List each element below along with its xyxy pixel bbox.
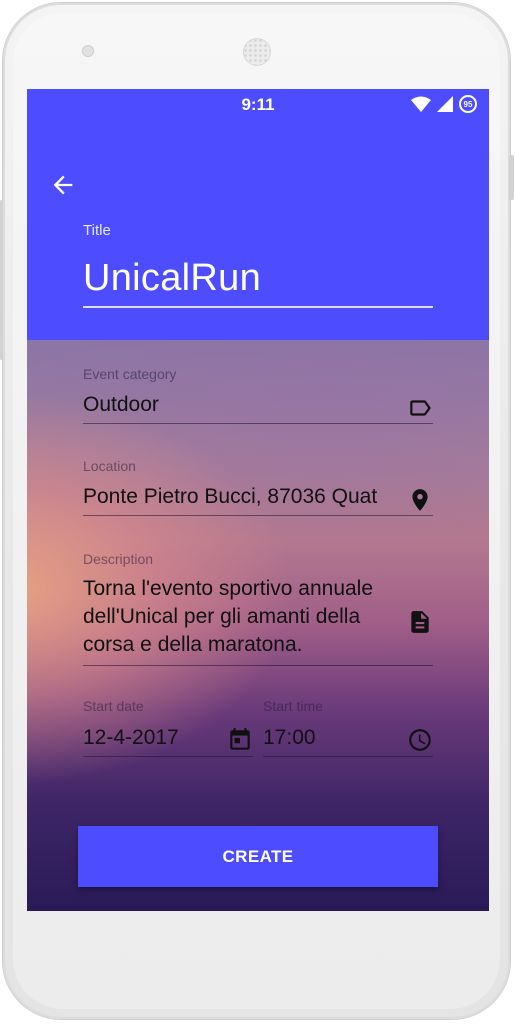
label-tag-icon[interactable] <box>407 395 433 421</box>
battery-level: 95 <box>463 99 473 109</box>
location-label: Location <box>83 458 136 474</box>
create-button[interactable]: CREATE <box>78 826 438 887</box>
start-date-field[interactable]: Start date 12-4-2017 <box>83 698 253 757</box>
location-value[interactable]: Ponte Pietro Bucci, 87036 Quat <box>83 485 403 513</box>
start-time-label: Start time <box>263 698 323 714</box>
description-line-3: corsa e della maratona. <box>83 633 303 656</box>
start-time-field[interactable]: Start time 17:00 <box>263 698 433 757</box>
screen: 9:11 95 Title UnicalRun Event category O… <box>27 89 489 911</box>
front-camera <box>82 45 94 57</box>
document-icon[interactable] <box>407 609 433 635</box>
title-label: Title <box>83 222 111 239</box>
form-content: Event category Outdoor Location Ponte Pi… <box>27 340 489 911</box>
start-time-underline <box>263 756 433 757</box>
battery-icon: 95 <box>459 95 477 113</box>
status-bar: 9:11 95 <box>27 89 489 119</box>
cell-signal-icon <box>437 96 453 112</box>
location-field[interactable]: Location Ponte Pietro Bucci, 87036 Quat <box>83 458 433 516</box>
wifi-icon <box>411 96 431 112</box>
category-value[interactable]: Outdoor <box>83 393 433 421</box>
speaker-grille <box>243 38 271 66</box>
description-value[interactable]: Torna l'evento sportivo annuale dell'Uni… <box>83 577 403 661</box>
description-field[interactable]: Description Torna l'evento sportivo annu… <box>83 551 433 666</box>
category-field[interactable]: Event category Outdoor <box>83 366 433 424</box>
location-pin-icon[interactable] <box>407 487 433 513</box>
category-underline <box>83 423 433 424</box>
category-label: Event category <box>83 366 177 382</box>
description-line-2: dell'Unical per gli amanti della <box>83 605 361 628</box>
power-button <box>509 155 514 200</box>
location-underline <box>83 515 433 516</box>
arrow-back-icon[interactable] <box>49 171 77 199</box>
description-label: Description <box>83 551 154 567</box>
app-bar: Title UnicalRun <box>27 119 489 340</box>
title-underline <box>83 306 433 308</box>
volume-button <box>0 200 3 360</box>
description-underline <box>83 665 433 666</box>
clock-icon[interactable] <box>407 727 433 753</box>
description-line-1: Torna l'evento sportivo annuale <box>83 577 374 600</box>
title-input[interactable]: UnicalRun <box>83 257 261 300</box>
start-date-label: Start date <box>83 698 144 714</box>
status-icons: 95 <box>411 94 477 114</box>
start-date-underline <box>83 756 253 757</box>
calendar-icon[interactable] <box>227 727 253 753</box>
